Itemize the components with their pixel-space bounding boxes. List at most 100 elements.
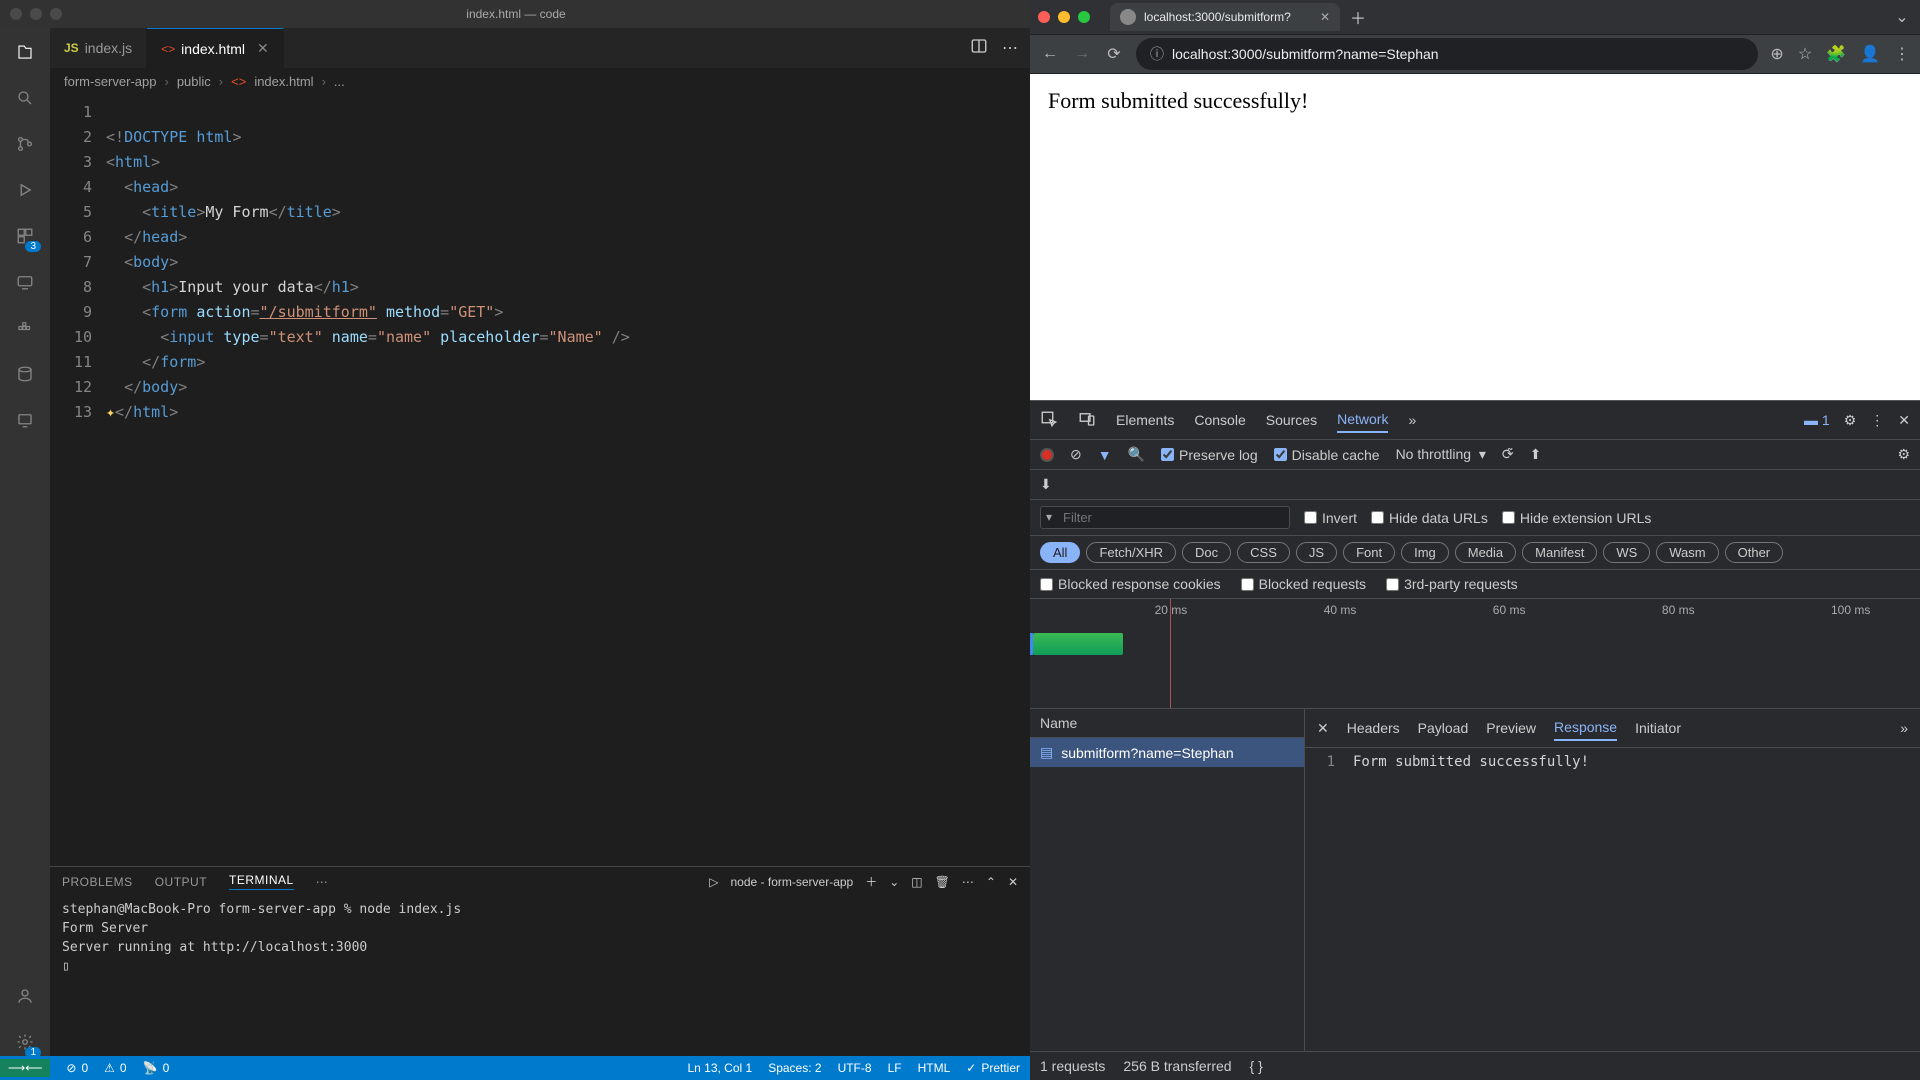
tab-payload[interactable]: Payload bbox=[1418, 716, 1469, 740]
type-all[interactable]: All bbox=[1040, 542, 1080, 563]
type-manifest[interactable]: Manifest bbox=[1522, 542, 1597, 563]
docker-icon[interactable] bbox=[11, 314, 39, 342]
ports-count[interactable]: 📡 0 bbox=[143, 1061, 170, 1075]
more-actions-icon[interactable]: ⋯ bbox=[1002, 38, 1018, 58]
type-doc[interactable]: Doc bbox=[1182, 542, 1231, 563]
throttling-dropdown[interactable]: No throttling ▾ bbox=[1396, 446, 1486, 463]
filter-toggle-icon[interactable]: ▼ bbox=[1098, 447, 1112, 463]
network-timeline[interactable]: 20 ms 40 ms 60 ms 80 ms 100 ms bbox=[1030, 599, 1920, 709]
remote-indicator[interactable]: ⟶⟵ bbox=[0, 1059, 50, 1077]
type-css[interactable]: CSS bbox=[1237, 542, 1290, 563]
source-control-icon[interactable] bbox=[11, 130, 39, 158]
search-icon[interactable] bbox=[11, 84, 39, 112]
response-content[interactable]: Form submitted successfully! bbox=[1345, 748, 1597, 1051]
minimize-window-icon[interactable] bbox=[1058, 11, 1070, 23]
settings-icon[interactable]: ⚙ bbox=[1844, 412, 1857, 429]
shell-label[interactable]: node - form-server-app bbox=[731, 875, 854, 889]
third-party-checkbox[interactable]: 3rd-party requests bbox=[1386, 576, 1518, 592]
close-panel-icon[interactable]: ✕ bbox=[1008, 875, 1018, 889]
tab-terminal[interactable]: TERMINAL bbox=[229, 873, 294, 890]
filter-input[interactable] bbox=[1040, 506, 1290, 529]
address-bar[interactable]: ⓘ localhost:3000/submitform?name=Stephan bbox=[1136, 38, 1758, 70]
new-terminal-icon[interactable]: ＋ bbox=[865, 873, 877, 890]
format-json-icon[interactable]: { } bbox=[1250, 1058, 1263, 1074]
type-fetch[interactable]: Fetch/XHR bbox=[1086, 542, 1176, 563]
export-har-icon[interactable]: ⬇ bbox=[1040, 476, 1052, 492]
site-info-icon[interactable]: ⓘ bbox=[1150, 44, 1164, 64]
account-icon[interactable] bbox=[11, 982, 39, 1010]
record-button[interactable] bbox=[1040, 448, 1054, 462]
hide-ext-urls-checkbox[interactable]: Hide extension URLs bbox=[1502, 510, 1652, 526]
chevron-down-icon[interactable]: ⌄ bbox=[889, 875, 899, 889]
breadcrumb[interactable]: form-server-app› public› <> index.html› … bbox=[50, 68, 1030, 96]
disable-cache-checkbox[interactable]: Disable cache bbox=[1274, 447, 1380, 463]
window-controls[interactable] bbox=[1038, 11, 1090, 23]
code-content[interactable]: <!DOCTYPE html> <html> <head> <title>My … bbox=[106, 96, 630, 866]
chevron-down-icon[interactable]: ⌄ bbox=[1892, 7, 1912, 27]
run-debug-icon[interactable] bbox=[11, 176, 39, 204]
remote-explorer-icon[interactable] bbox=[11, 268, 39, 296]
encoding[interactable]: UTF-8 bbox=[838, 1061, 872, 1075]
database-icon[interactable] bbox=[11, 360, 39, 388]
more-icon[interactable]: ⋯ bbox=[962, 875, 974, 889]
tab-console[interactable]: Console bbox=[1194, 408, 1245, 432]
more-detail-tabs-icon[interactable]: » bbox=[1900, 720, 1908, 736]
type-media[interactable]: Media bbox=[1455, 542, 1516, 563]
extensions-icon[interactable]: 3 bbox=[11, 222, 39, 250]
new-tab-button[interactable]: ＋ bbox=[1350, 5, 1366, 29]
tab-problems[interactable]: PROBLEMS bbox=[62, 875, 133, 889]
crumb[interactable]: form-server-app bbox=[64, 74, 156, 89]
explorer-icon[interactable] bbox=[11, 38, 39, 66]
profile-icon[interactable]: 👤 bbox=[1860, 44, 1880, 64]
maximize-window-icon[interactable] bbox=[1078, 11, 1090, 23]
issues-badge[interactable]: ▬ 1 bbox=[1804, 412, 1830, 428]
tab-sources[interactable]: Sources bbox=[1266, 408, 1317, 432]
requests-header[interactable]: Name bbox=[1030, 709, 1304, 738]
crumb[interactable]: ... bbox=[334, 74, 345, 89]
tab-response[interactable]: Response bbox=[1554, 715, 1617, 741]
tab-more[interactable]: ⋯ bbox=[316, 875, 329, 889]
tab-preview[interactable]: Preview bbox=[1486, 716, 1536, 740]
language-mode[interactable]: HTML bbox=[918, 1061, 951, 1075]
forward-button[interactable]: → bbox=[1072, 45, 1092, 63]
type-font[interactable]: Font bbox=[1343, 542, 1395, 563]
live-share-icon[interactable] bbox=[11, 406, 39, 434]
reload-button[interactable]: ⟳ bbox=[1104, 44, 1124, 64]
back-button[interactable]: ← bbox=[1040, 45, 1060, 63]
tab-index-js[interactable]: JS index.js bbox=[50, 28, 147, 68]
invert-checkbox[interactable]: Invert bbox=[1304, 510, 1357, 526]
blocked-requests-checkbox[interactable]: Blocked requests bbox=[1241, 576, 1366, 592]
indent[interactable]: Spaces: 2 bbox=[768, 1061, 821, 1075]
menu-icon[interactable]: ⋮ bbox=[1894, 44, 1910, 64]
type-other[interactable]: Other bbox=[1725, 542, 1784, 563]
extensions-puzzle-icon[interactable]: 🧩 bbox=[1826, 44, 1846, 64]
prettier-status[interactable]: ✓ Prettier bbox=[966, 1061, 1020, 1075]
type-img[interactable]: Img bbox=[1401, 542, 1449, 563]
eol[interactable]: LF bbox=[888, 1061, 902, 1075]
maximize-icon[interactable]: ⌃ bbox=[986, 875, 996, 889]
terminal-content[interactable]: stephan@MacBook-Pro form-server-app % no… bbox=[50, 896, 1030, 1056]
request-row[interactable]: ▤ submitform?name=Stephan bbox=[1030, 738, 1304, 767]
split-terminal-icon[interactable]: ◫ bbox=[911, 875, 922, 889]
more-tabs-icon[interactable]: » bbox=[1408, 412, 1416, 428]
hide-data-urls-checkbox[interactable]: Hide data URLs bbox=[1371, 510, 1488, 526]
settings-gear-icon[interactable]: 1 bbox=[11, 1028, 39, 1056]
browser-tab[interactable]: localhost:3000/submitform? ✕ bbox=[1110, 3, 1340, 31]
close-window-icon[interactable] bbox=[1038, 11, 1050, 23]
type-wasm[interactable]: Wasm bbox=[1656, 542, 1718, 563]
network-settings-icon[interactable]: ⚙ bbox=[1897, 446, 1910, 463]
type-js[interactable]: JS bbox=[1296, 542, 1337, 563]
tab-output[interactable]: OUTPUT bbox=[155, 875, 207, 889]
split-editor-icon[interactable] bbox=[970, 37, 988, 60]
search-icon[interactable]: 🔍 bbox=[1128, 446, 1145, 463]
crumb[interactable]: index.html bbox=[254, 74, 313, 89]
tab-network[interactable]: Network bbox=[1337, 407, 1388, 433]
close-tab-icon[interactable]: ✕ bbox=[1320, 10, 1330, 24]
network-conditions-icon[interactable]: ⟳̃ bbox=[1502, 446, 1514, 463]
device-toolbar-icon[interactable] bbox=[1078, 410, 1096, 431]
tab-initiator[interactable]: Initiator bbox=[1635, 716, 1681, 740]
crumb[interactable]: public bbox=[177, 74, 211, 89]
preserve-log-checkbox[interactable]: Preserve log bbox=[1161, 447, 1258, 463]
tab-index-html[interactable]: <> index.html ✕ bbox=[147, 28, 284, 68]
errors-count[interactable]: ⊘ 0 bbox=[66, 1061, 88, 1075]
